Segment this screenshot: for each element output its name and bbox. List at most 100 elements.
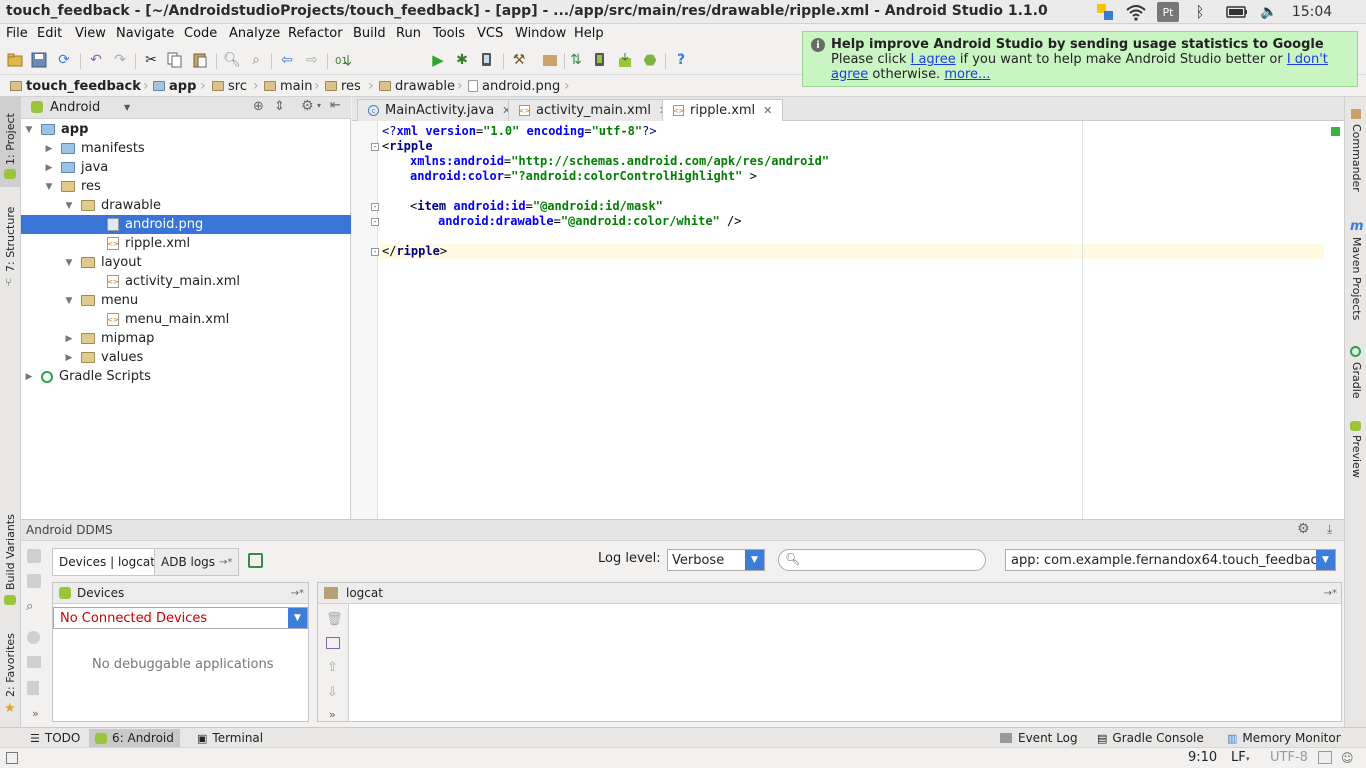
tree-item-res[interactable]: ▼ res <box>43 177 101 196</box>
pin-icon[interactable]: →* <box>291 588 304 599</box>
open-folder-icon[interactable] <box>5 50 25 70</box>
copy-icon[interactable] <box>165 50 185 70</box>
sdk-manager-icon[interactable] <box>615 50 635 70</box>
chevron-down-icon[interactable]: ▼ <box>124 103 130 112</box>
lock-icon[interactable] <box>1318 751 1332 764</box>
tool-window-gradle-label[interactable]: Gradle <box>1350 362 1363 399</box>
cut-icon[interactable]: ✂ <box>141 50 161 70</box>
inspection-ok-icon[interactable] <box>1331 127 1340 136</box>
keyboard-layout-icon[interactable]: Pt <box>1157 2 1179 22</box>
android-device-monitor-icon[interactable]: ⬣ <box>640 50 660 70</box>
tree-item-app[interactable]: ▼ app <box>23 120 89 139</box>
make-project-icon[interactable]: 01 <box>333 50 353 70</box>
paste-icon[interactable] <box>190 50 210 70</box>
caret-position[interactable]: 9:10 <box>1188 750 1217 765</box>
back-icon[interactable]: ⇦ <box>277 50 297 70</box>
tool-window-build-variants-label[interactable]: Build Variants <box>4 514 17 590</box>
menu-vcs[interactable]: VCS <box>477 26 503 41</box>
breadcrumb-item-touch-feedback[interactable]: touch_feedback <box>10 77 141 95</box>
line-separator[interactable]: LF <box>1231 750 1246 765</box>
replace-icon[interactable]: ⌕ <box>246 50 266 70</box>
find-icon[interactable]: 🔍︎ <box>222 50 242 70</box>
system-menu-icon[interactable] <box>1340 2 1360 22</box>
tree-item-layout[interactable]: ▼ layout <box>63 253 142 272</box>
menu-build[interactable]: Build <box>353 26 386 41</box>
forward-icon[interactable]: ⇨ <box>302 50 322 70</box>
collapsed-arrow-icon[interactable]: ▶ <box>63 352 75 364</box>
layout-dump-icon[interactable] <box>27 574 41 588</box>
expanded-arrow-icon[interactable]: ▼ <box>63 295 75 307</box>
tab-activity-main-xml[interactable]: <>activity_main.xml✕ <box>508 99 680 121</box>
more-link[interactable]: more... <box>944 67 990 82</box>
hide-panel-icon[interactable]: ⇤ <box>330 98 341 113</box>
tree-item-drawable[interactable]: ▼ drawable <box>63 196 162 215</box>
fold-icon[interactable]: - <box>371 143 379 151</box>
breadcrumb-item-res[interactable]: res <box>325 77 361 95</box>
tab-devices-logcat[interactable]: Devices | logcat <box>52 548 162 576</box>
breadcrumb-item-main[interactable]: main <box>264 77 312 95</box>
breadcrumb-item-src[interactable]: src <box>212 77 247 95</box>
sync-icon[interactable]: ⟳ <box>54 50 74 70</box>
menu-help[interactable]: Help <box>574 26 604 41</box>
menu-run[interactable]: Run <box>396 26 421 41</box>
close-icon[interactable]: ✕ <box>763 104 772 117</box>
tab-mainactivity-java[interactable]: c MainActivity.java ✕ <box>357 99 523 121</box>
collapsed-arrow-icon[interactable]: ▶ <box>43 162 55 174</box>
expanded-arrow-icon[interactable]: ▼ <box>43 181 55 193</box>
tree-item-activity-main-xml[interactable]: <> activity_main.xml <box>107 272 240 291</box>
file-encoding[interactable]: UTF-8 <box>1270 750 1308 765</box>
fold-icon[interactable]: - <box>371 248 379 256</box>
app-indicator-icon[interactable] <box>1094 2 1116 22</box>
redo-icon[interactable]: ↷ <box>110 50 130 70</box>
breadcrumb-item-app[interactable]: app <box>153 77 196 95</box>
tool-window-gradle-console[interactable]: ▤ Gradle Console <box>1091 729 1210 747</box>
collapse-all-icon[interactable]: ⇕ <box>274 99 285 114</box>
logcat-search-input[interactable]: 🔍︎ <box>778 549 986 571</box>
tool-window-todo[interactable]: ☰ TODO <box>24 729 86 747</box>
tree-item-gradle-scripts[interactable]: ▶ Gradle Scripts <box>23 367 151 386</box>
collapsed-arrow-icon[interactable]: ▶ <box>63 333 75 345</box>
run-icon[interactable]: ▶ <box>428 50 448 70</box>
monitor-icon[interactable] <box>27 656 41 668</box>
tool-window-android[interactable]: 6: Android <box>89 729 180 747</box>
expanded-arrow-icon[interactable]: ▼ <box>63 200 75 212</box>
project-view-mode[interactable]: Android <box>50 100 100 115</box>
tool-window-terminal[interactable]: ▣ Terminal <box>191 729 269 747</box>
tree-item-ripple-xml[interactable]: <> ripple.xml <box>107 234 190 253</box>
clock[interactable]: 15:04 <box>1292 2 1332 22</box>
menu-window[interactable]: Window <box>515 26 566 41</box>
menu-file[interactable]: File <box>6 26 28 41</box>
project-settings-icon[interactable] <box>540 50 560 70</box>
tool-window-memory-monitor[interactable]: ▥ Memory Monitor <box>1221 729 1347 747</box>
pin-icon[interactable]: →* <box>1324 588 1337 599</box>
tree-item-values[interactable]: ▶ values <box>63 348 144 367</box>
menu-edit[interactable]: Edit <box>37 26 62 41</box>
volume-icon[interactable]: 🔈 <box>1260 2 1278 22</box>
more-icon[interactable]: » <box>329 708 336 721</box>
collapsed-arrow-icon[interactable]: ▶ <box>23 371 35 383</box>
undo-icon[interactable]: ↶ <box>86 50 106 70</box>
tool-windows-toggle-icon[interactable] <box>6 752 18 764</box>
scroll-to-end-icon[interactable] <box>326 637 340 649</box>
trash-icon[interactable]: 🗑︎ <box>326 612 343 627</box>
log-level-select[interactable]: Verbose ▼ <box>667 549 765 571</box>
breadcrumb-item-android-png[interactable]: android.png <box>468 77 560 95</box>
wifi-icon[interactable] <box>1124 2 1148 22</box>
terminate-icon[interactable] <box>27 631 40 644</box>
gear-icon[interactable]: ⚙ <box>1297 521 1310 537</box>
bluetooth-icon[interactable]: ᛒ <box>1190 2 1210 22</box>
tool-window-commander-label[interactable]: Commander <box>1350 124 1363 192</box>
tab-ripple-xml[interactable]: <> ripple.xml ✕ <box>662 99 784 121</box>
screen-capture-icon[interactable] <box>27 549 41 563</box>
fold-icon[interactable]: - <box>371 203 379 211</box>
project-structure-icon[interactable]: ⚒ <box>509 50 529 70</box>
agree-link[interactable]: I agree <box>911 52 956 67</box>
hide-panel-icon[interactable]: ⤓ <box>1327 522 1332 537</box>
chevron-down-icon[interactable]: ▾ <box>317 101 321 110</box>
tab-adb-logs[interactable]: ADB logs →* <box>154 548 240 576</box>
help-icon[interactable]: ? <box>671 50 691 70</box>
app-filter-select[interactable]: app: com.example.fernandox64.touch_feedb… <box>1005 549 1336 571</box>
tree-item-java[interactable]: ▶ java <box>43 158 109 177</box>
menu-analyze[interactable]: Analyze <box>229 26 280 41</box>
menu-tools[interactable]: Tools <box>433 26 465 41</box>
